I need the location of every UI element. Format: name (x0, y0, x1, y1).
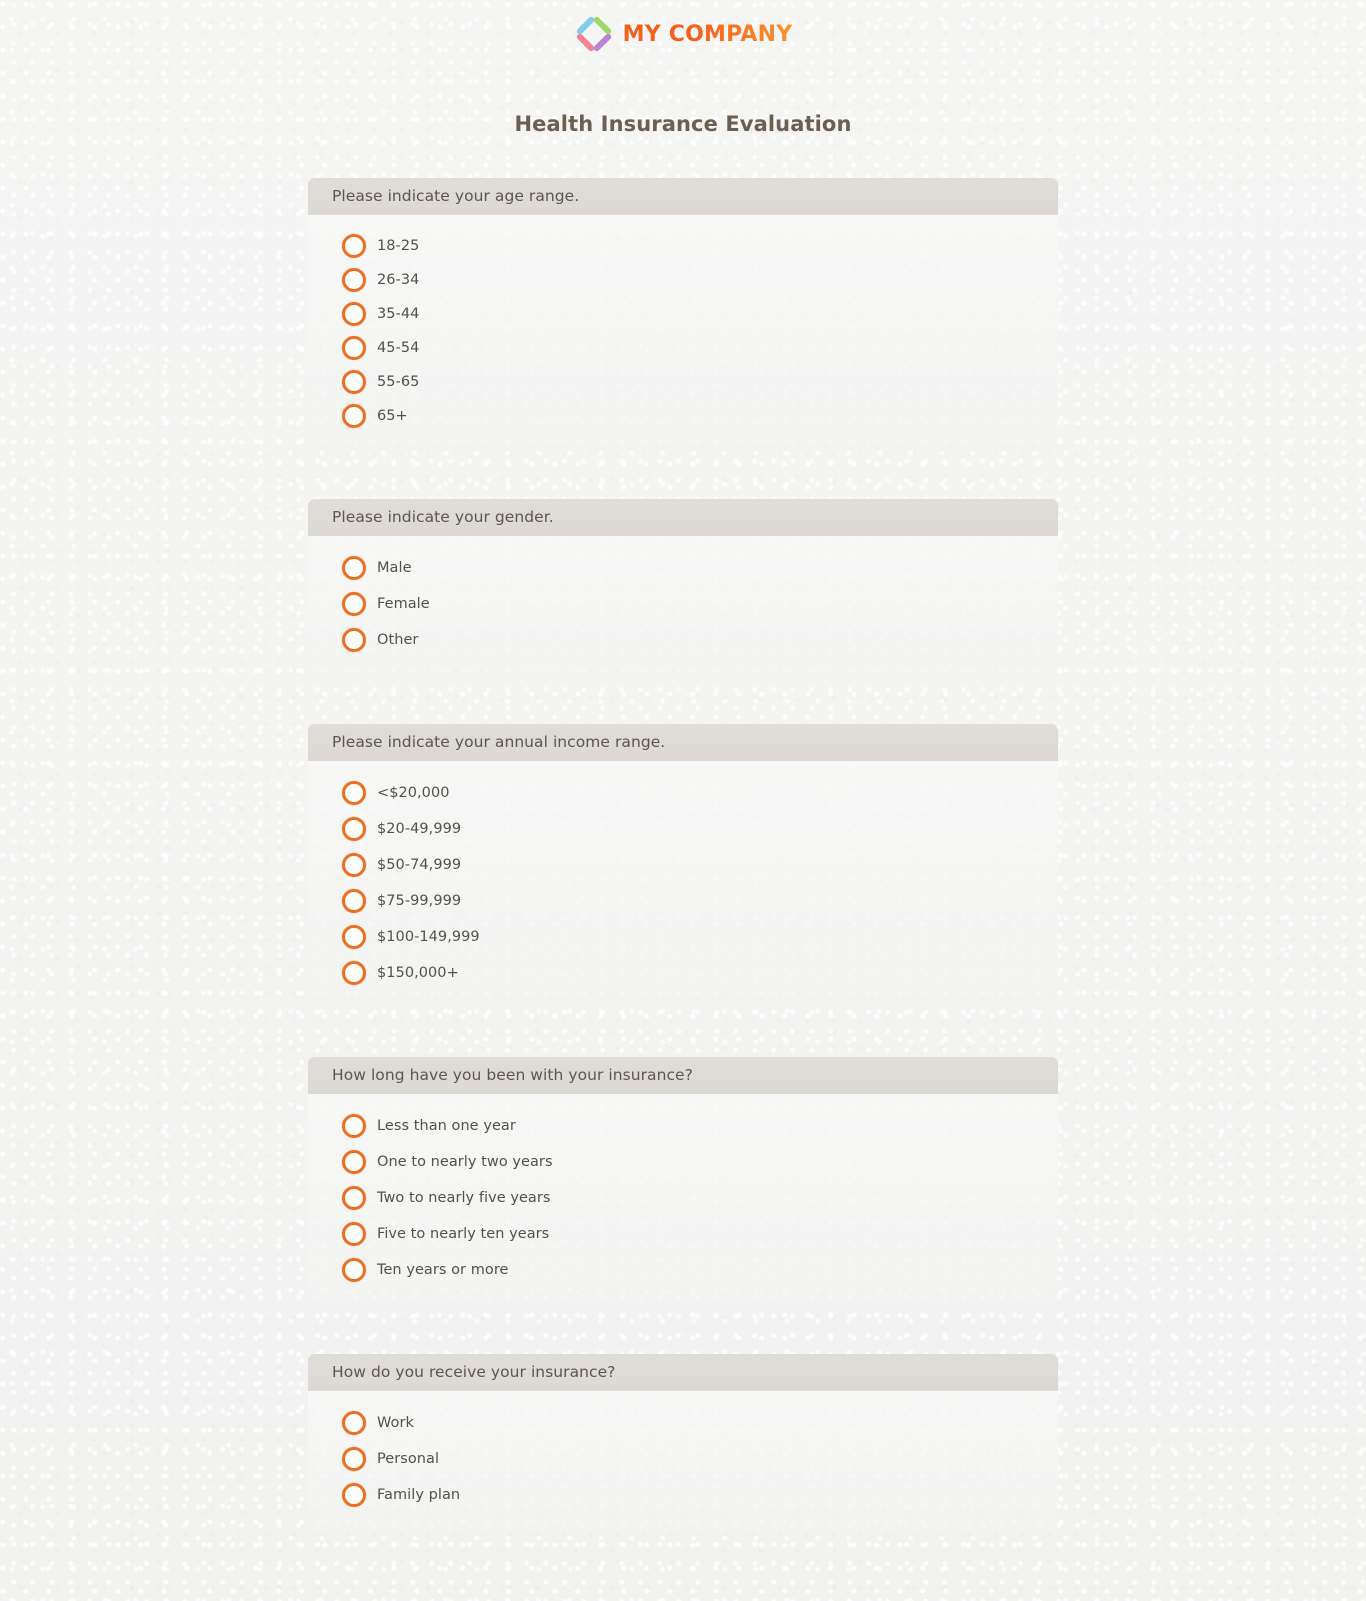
radio-button-icon[interactable] (342, 853, 366, 877)
radio-button-icon[interactable] (342, 404, 366, 428)
option-label: Personal (377, 1450, 440, 1467)
radio-button-icon[interactable] (342, 234, 366, 258)
brand-logo-lockup[interactable]: MY COMPANY (574, 14, 793, 54)
option-row[interactable]: Ten years or more (332, 1252, 1034, 1288)
page-title: Health Insurance Evaluation (514, 112, 852, 136)
radio-button-icon[interactable] (342, 1411, 366, 1435)
option-label: $20-49,999 (377, 820, 462, 837)
option-label: $50-74,999 (377, 856, 462, 873)
radio-button-icon[interactable] (342, 1447, 366, 1471)
question-prompt: Please indicate your age range. (308, 178, 1058, 215)
option-row[interactable]: $100-149,999 (332, 919, 1034, 955)
option-row[interactable]: Work (332, 1405, 1034, 1441)
option-label: Five to nearly ten years (377, 1225, 550, 1242)
option-label: $75-99,999 (377, 892, 462, 909)
site-header: MY COMPANY (0, 0, 1366, 54)
option-label: 65+ (377, 407, 408, 424)
radio-button-icon[interactable] (342, 556, 366, 580)
radio-button-icon[interactable] (342, 628, 366, 652)
option-label: <$20,000 (377, 784, 450, 801)
option-label: Other (377, 631, 419, 648)
option-row[interactable]: 35-44 (332, 297, 1034, 331)
radio-button-icon[interactable] (342, 302, 366, 326)
option-row[interactable]: 45-54 (332, 331, 1034, 365)
option-label: Less than one year (377, 1117, 516, 1134)
option-row[interactable]: Female (332, 586, 1034, 622)
question-card-annual-income-range: Please indicate your annual income range… (308, 724, 1058, 1009)
option-label: 26-34 (377, 271, 420, 288)
option-row[interactable]: Male (332, 550, 1034, 586)
question-options: Male Female Other (308, 536, 1058, 676)
option-label: Family plan (377, 1486, 461, 1503)
option-row[interactable]: 26-34 (332, 263, 1034, 297)
pinwheel-diamond-logo-icon (574, 14, 614, 54)
option-label: Two to nearly five years (377, 1189, 551, 1206)
question-card-age-range: Please indicate your age range. 18-25 26… (308, 178, 1058, 451)
radio-button-icon[interactable] (342, 1150, 366, 1174)
radio-button-icon[interactable] (342, 370, 366, 394)
option-row[interactable]: $75-99,999 (332, 883, 1034, 919)
question-card-insurance-source: How do you receive your insurance? Work … (308, 1354, 1058, 1531)
option-row[interactable]: Personal (332, 1441, 1034, 1477)
radio-button-icon[interactable] (342, 781, 366, 805)
radio-button-icon[interactable] (342, 1258, 366, 1282)
option-label: Male (377, 559, 412, 576)
question-prompt: How do you receive your insurance? (308, 1354, 1058, 1391)
option-row[interactable]: Other (332, 622, 1034, 658)
question-prompt: Please indicate your gender. (308, 499, 1058, 536)
option-row[interactable]: One to nearly two years (332, 1144, 1034, 1180)
option-row[interactable]: $150,000+ (332, 955, 1034, 991)
radio-button-icon[interactable] (342, 336, 366, 360)
option-row[interactable]: $20-49,999 (332, 811, 1034, 847)
question-card-gender: Please indicate your gender. Male Female… (308, 499, 1058, 676)
radio-button-icon[interactable] (342, 1114, 366, 1138)
question-options: Work Personal Family plan (308, 1391, 1058, 1531)
question-options: <$20,000 $20-49,999 $50-74,999 $75-99,99… (308, 761, 1058, 1009)
question-prompt: How long have you been with your insuran… (308, 1057, 1058, 1094)
option-label: 45-54 (377, 339, 420, 356)
radio-button-icon[interactable] (342, 817, 366, 841)
option-row[interactable]: Five to nearly ten years (332, 1216, 1034, 1252)
radio-button-icon[interactable] (342, 1186, 366, 1210)
question-prompt: Please indicate your annual income range… (308, 724, 1058, 761)
option-label: Work (377, 1414, 414, 1431)
question-options: Less than one year One to nearly two yea… (308, 1094, 1058, 1306)
option-row[interactable]: $50-74,999 (332, 847, 1034, 883)
option-label: Ten years or more (377, 1261, 509, 1278)
option-label: $100-149,999 (377, 928, 480, 945)
radio-button-icon[interactable] (342, 592, 366, 616)
radio-button-icon[interactable] (342, 889, 366, 913)
option-label: $150,000+ (377, 964, 459, 981)
option-row[interactable]: 65+ (332, 399, 1034, 433)
option-row[interactable]: 18-25 (332, 229, 1034, 263)
radio-button-icon[interactable] (342, 961, 366, 985)
option-label: 35-44 (377, 305, 420, 322)
option-label: 55-65 (377, 373, 420, 390)
radio-button-icon[interactable] (342, 1222, 366, 1246)
option-label: Female (377, 595, 430, 612)
question-card-insurance-tenure: How long have you been with your insuran… (308, 1057, 1058, 1306)
radio-button-icon[interactable] (342, 268, 366, 292)
option-row[interactable]: Two to nearly five years (332, 1180, 1034, 1216)
option-row[interactable]: <$20,000 (332, 775, 1034, 811)
radio-button-icon[interactable] (342, 925, 366, 949)
radio-button-icon[interactable] (342, 1483, 366, 1507)
option-row[interactable]: Less than one year (332, 1108, 1034, 1144)
question-options: 18-25 26-34 35-44 45-54 55-65 65+ (308, 215, 1058, 451)
brand-name: MY COMPANY (622, 21, 793, 47)
option-label: 18-25 (377, 237, 420, 254)
option-row[interactable]: Family plan (332, 1477, 1034, 1513)
option-label: One to nearly two years (377, 1153, 553, 1170)
option-row[interactable]: 55-65 (332, 365, 1034, 399)
survey-form: Please indicate your age range. 18-25 26… (308, 136, 1058, 1601)
